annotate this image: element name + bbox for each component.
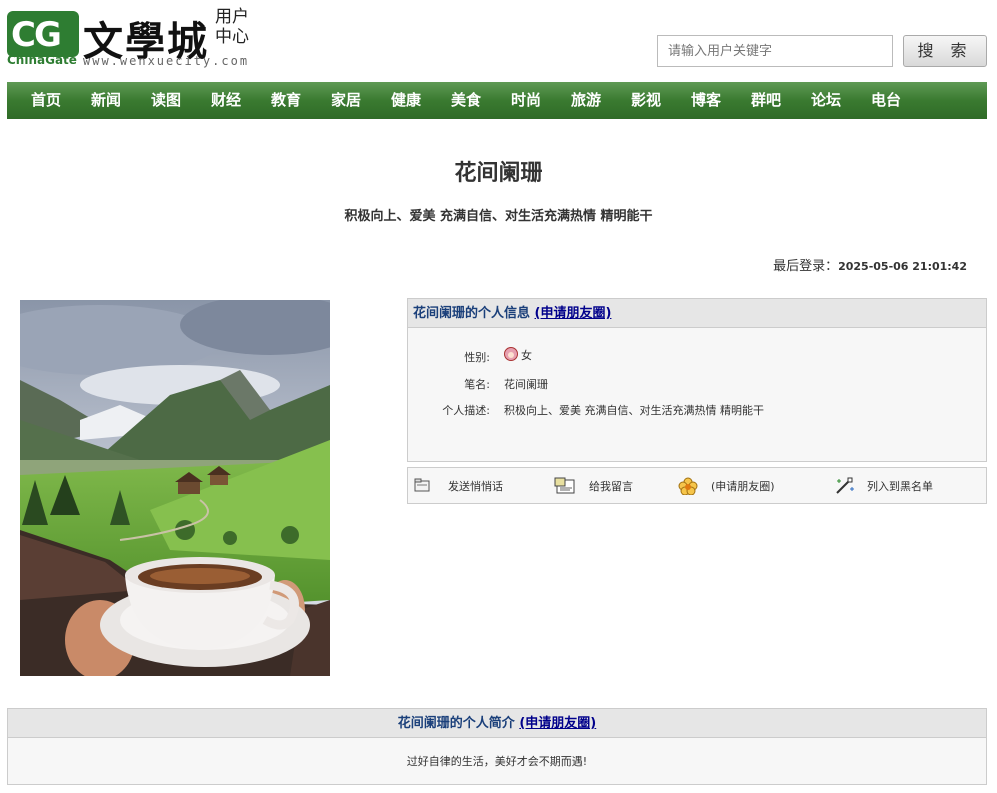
bio-text: 过好自律的生活，美好才会不期而遇! [406, 755, 588, 768]
search-input[interactable] [657, 35, 893, 67]
apply-friend-circle-link[interactable]: (申请朋友圈) [535, 306, 612, 321]
nav-item-fashion[interactable]: 时尚 [496, 82, 556, 119]
profile-photo-image [20, 300, 330, 676]
personal-info-title: 花间阑珊的个人信息 [413, 306, 531, 321]
profile-photo[interactable] [20, 300, 330, 676]
nav-item-groups[interactable]: 群吧 [736, 82, 796, 119]
nav-item-pictures[interactable]: 读图 [136, 82, 196, 119]
bio-panel: 花间阑珊的个人简介 (申请朋友圈) 过好自律的生活，美好才会不期而遇! [7, 708, 987, 785]
gender-label: 性别: [464, 351, 490, 364]
description-label: 个人描述: [442, 404, 490, 417]
brand-url: www.wenxuecity.com [83, 54, 250, 68]
magic-wand-icon [836, 477, 854, 494]
bio-title: 花间阑珊的个人简介 [397, 716, 515, 731]
cg-logo-box: CG [7, 11, 79, 57]
envelope-folder-icon [414, 478, 430, 492]
nav-item-news[interactable]: 新闻 [76, 82, 136, 119]
nav-item-film[interactable]: 影视 [616, 82, 676, 119]
send-private-message-label: 发送悄悄话 [448, 480, 503, 493]
bio-heading: 花间阑珊的个人简介 (申请朋友圈) [8, 709, 986, 738]
description-value: 积极向上、爱美 充满自信、对生活充满热情 精明能干 [504, 404, 764, 417]
profile-title: 花间阑珊 [454, 161, 543, 186]
penname-value: 花间阑珊 [504, 378, 548, 391]
penname-label: 笔名: [464, 378, 490, 391]
apply-friend-circle-label: (申请朋友圈) [711, 480, 775, 493]
last-login-label: 最后登录： [773, 259, 839, 274]
main-nav: 首页 新闻 读图 财经 教育 家居 健康 美食 时尚 旅游 影视 博客 群吧 论… [7, 82, 987, 119]
nav-item-home-living[interactable]: 家居 [316, 82, 376, 119]
search-button[interactable]: 搜 索 [903, 35, 987, 67]
nav-item-food[interactable]: 美食 [436, 82, 496, 119]
nav-item-radio[interactable]: 电台 [856, 82, 916, 119]
female-avatar-icon [504, 347, 518, 361]
last-login: 最后登录：2025-05-06 21:01:42 [773, 255, 967, 274]
gender-text: 女 [521, 349, 532, 362]
site-header: CG ChinaGate 文學城 www.wenxuecity.com 用户 中… [0, 0, 997, 82]
personal-info-panel: 花间阑珊的个人信息 (申请朋友圈) 性别: 女 笔名: 花间阑珊 个人描述: 积… [407, 298, 987, 462]
nav-item-travel[interactable]: 旅游 [556, 82, 616, 119]
personal-info-heading: 花间阑珊的个人信息 (申请朋友圈) [408, 299, 986, 328]
user-center-label[interactable]: 用户 中心 [215, 7, 249, 47]
chinagate-text: ChinaGate [7, 53, 77, 67]
profile-actions-bar: 发送悄悄话 给我留言 (申请朋友圈) 列入到黑名单 [407, 467, 987, 504]
gender-value: 女 [504, 347, 532, 363]
nav-item-forum[interactable]: 论坛 [796, 82, 856, 119]
nav-item-education[interactable]: 教育 [256, 82, 316, 119]
nav-item-home[interactable]: 首页 [16, 82, 76, 119]
flower-icon [678, 477, 698, 495]
last-login-value: 2025-05-06 21:01:42 [838, 260, 967, 273]
cg-logo-text: CG [11, 15, 62, 55]
add-to-blacklist-label: 列入到黑名单 [867, 480, 933, 493]
guestbook-icon [554, 477, 575, 494]
nav-item-health[interactable]: 健康 [376, 82, 436, 119]
leave-message-label: 给我留言 [589, 480, 633, 493]
nav-item-blog[interactable]: 博客 [676, 82, 736, 119]
bio-apply-friend-circle-link[interactable]: (申请朋友圈) [519, 716, 596, 731]
nav-item-finance[interactable]: 财经 [196, 82, 256, 119]
profile-subtitle: 积极向上、爱美 充满自信、对生活充满热情 精明能干 [344, 209, 653, 224]
